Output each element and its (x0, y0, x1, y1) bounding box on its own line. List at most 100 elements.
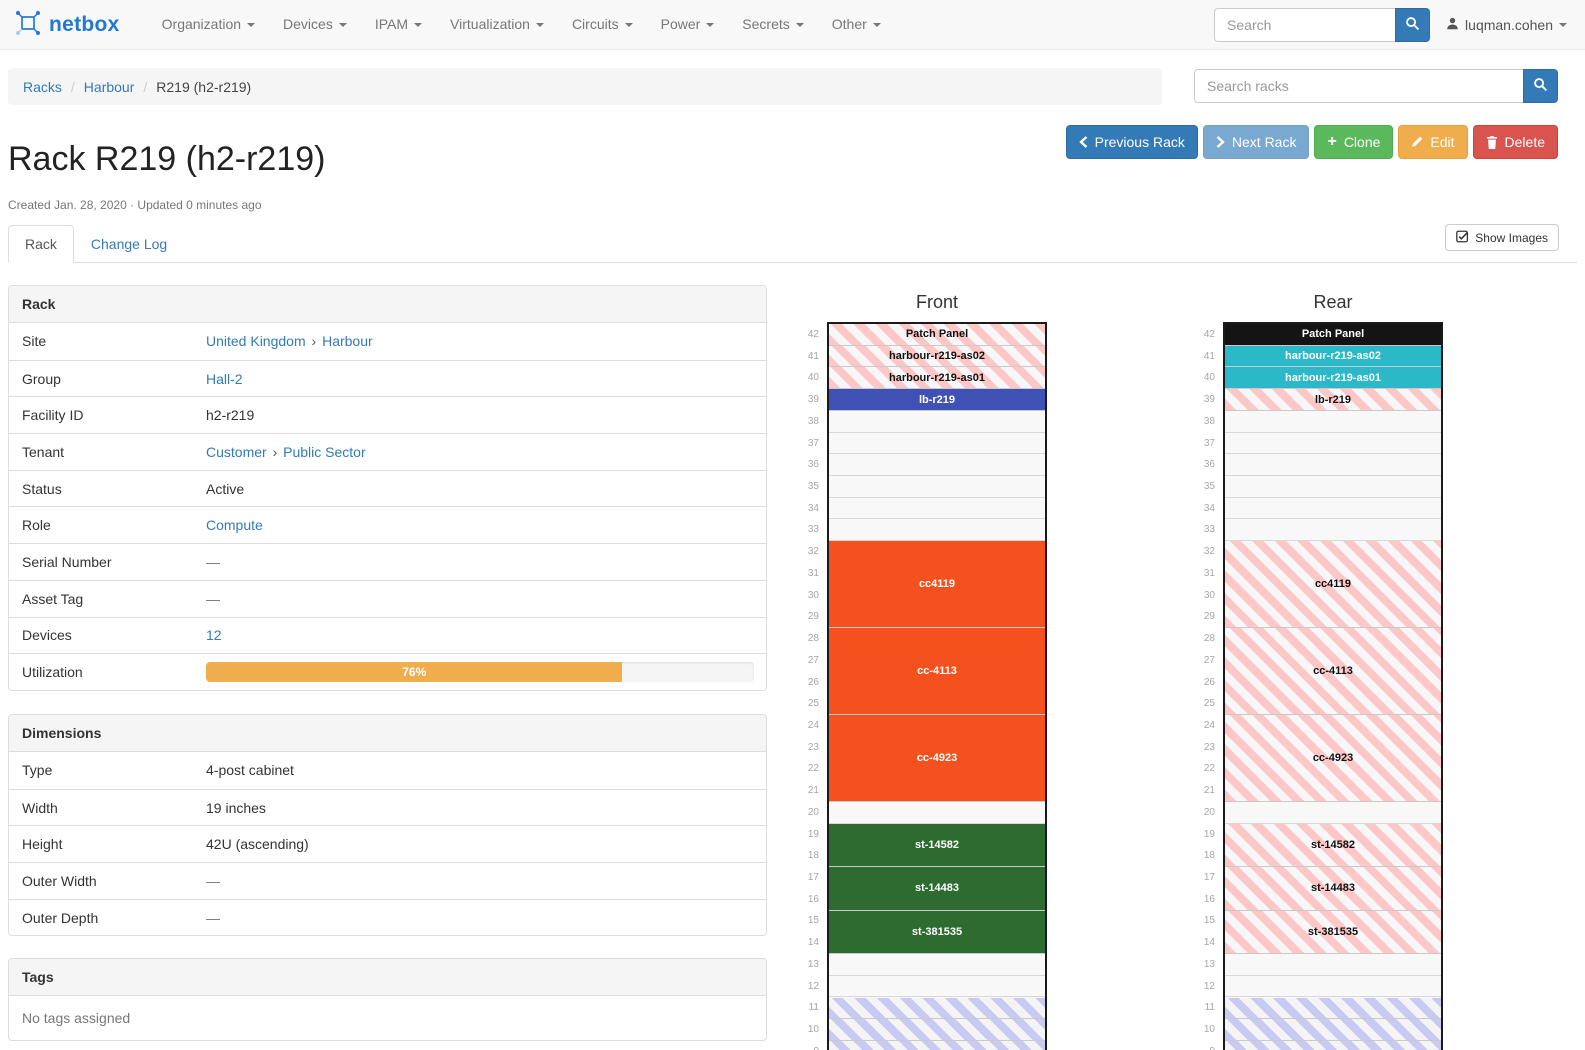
empty-unit[interactable] (829, 519, 1045, 541)
tab-change-log[interactable]: Change Log (74, 225, 184, 263)
rack-device[interactable]: st-381535 (829, 911, 1045, 954)
detail-link[interactable]: Harbour (322, 333, 373, 349)
empty-unit[interactable] (829, 976, 1045, 998)
empty-unit[interactable] (1225, 411, 1441, 433)
empty-unit[interactable] (829, 476, 1045, 498)
nav-item-organization[interactable]: Organization (148, 0, 269, 49)
rack-device[interactable]: Patch Panel (829, 324, 1045, 346)
rack-reservation[interactable] (829, 1019, 1045, 1041)
clone-button[interactable]: + Clone (1314, 125, 1393, 159)
breadcrumb-item[interactable]: Harbour (84, 79, 135, 95)
delete-button[interactable]: Delete (1473, 125, 1558, 159)
utilization-bar-fill: 76% (206, 662, 622, 682)
detail-value: 42U (ascending) (206, 828, 766, 860)
detail-link[interactable]: Public Sector (283, 444, 365, 460)
rack-device[interactable]: st-14582 (829, 824, 1045, 867)
netbox-logo-icon (15, 10, 41, 39)
unit-number: 40 (1191, 367, 1215, 389)
empty-unit[interactable] (1225, 954, 1441, 976)
rack-search-button[interactable] (1523, 69, 1558, 103)
rack-device[interactable]: cc4119 (829, 541, 1045, 628)
rack-device[interactable]: harbour-r219-as02 (829, 346, 1045, 368)
netbox-logo[interactable]: netbox (0, 10, 130, 39)
rack-reservation[interactable] (829, 998, 1045, 1020)
rack-device[interactable]: lb-r219 (1225, 389, 1441, 411)
detail-label: Outer Depth (9, 902, 206, 934)
rack-reservation[interactable] (1225, 1041, 1441, 1050)
detail-label: Facility ID (9, 399, 206, 431)
rack-device[interactable]: harbour-r219-as02 (1225, 346, 1441, 368)
empty-unit[interactable] (829, 802, 1045, 824)
rack-device[interactable]: st-14582 (1225, 824, 1441, 867)
detail-link[interactable]: Hall-2 (206, 371, 243, 387)
rack-device[interactable]: st-381535 (1225, 911, 1441, 954)
rack-device[interactable]: harbour-r219-as01 (829, 367, 1045, 389)
user-menu[interactable]: luqman.cohen (1446, 17, 1567, 33)
empty-unit[interactable] (1225, 433, 1441, 455)
empty-unit[interactable] (1225, 476, 1441, 498)
empty-unit[interactable] (1225, 976, 1441, 998)
chevron-left-icon (1079, 136, 1088, 148)
unit-number: 12 (795, 976, 819, 998)
detail-value: United Kingdom › Harbour (206, 325, 766, 357)
previous-rack-button[interactable]: Previous Rack (1066, 125, 1198, 159)
tab-rack[interactable]: Rack (8, 225, 74, 263)
nav-item-virtualization[interactable]: Virtualization (436, 0, 558, 49)
detail-link[interactable]: Compute (206, 517, 263, 533)
rack-reservation[interactable] (1225, 1019, 1441, 1041)
rack-device[interactable]: cc-4113 (829, 628, 1045, 715)
empty-unit[interactable] (829, 498, 1045, 520)
nav-item-power[interactable]: Power (647, 0, 729, 49)
rack-device[interactable]: cc-4923 (829, 715, 1045, 802)
page-meta: Created Jan. 28, 2020 · Updated 0 minute… (8, 198, 262, 212)
rack-device[interactable]: st-14483 (1225, 867, 1441, 910)
chevron-down-icon (247, 23, 255, 27)
detail-link[interactable]: United Kingdom (206, 333, 306, 349)
empty-unit[interactable] (829, 411, 1045, 433)
detail-value: 76% (206, 654, 766, 690)
unit-number: 25 (795, 693, 819, 715)
rack-device[interactable]: lb-r219 (829, 389, 1045, 411)
nav-item-ipam[interactable]: IPAM (361, 0, 436, 49)
nav-item-circuits[interactable]: Circuits (558, 0, 647, 49)
next-rack-button[interactable]: Next Rack (1203, 125, 1310, 159)
rack-device[interactable]: harbour-r219-as01 (1225, 367, 1441, 389)
global-search (1214, 8, 1430, 42)
rack-device[interactable]: st-14483 (829, 867, 1045, 910)
unit-number: 20 (1191, 802, 1215, 824)
rack-reservation[interactable] (829, 1041, 1045, 1050)
show-images-button[interactable]: Show Images (1445, 224, 1559, 251)
unit-number: 34 (795, 498, 819, 520)
empty-unit[interactable] (1225, 802, 1441, 824)
chevron-down-icon (625, 23, 633, 27)
plus-icon: + (1327, 133, 1336, 151)
edit-button[interactable]: Edit (1398, 125, 1467, 159)
nav-item-secrets[interactable]: Secrets (728, 0, 817, 49)
global-search-button[interactable] (1395, 8, 1430, 42)
global-search-input[interactable] (1214, 8, 1395, 42)
detail-link[interactable]: Customer (206, 444, 267, 460)
empty-unit[interactable] (1225, 519, 1441, 541)
rack-search-input[interactable] (1194, 69, 1523, 103)
detail-row: Facility IDh2-r219 (9, 396, 766, 433)
empty-unit[interactable] (829, 433, 1045, 455)
rack-device[interactable]: cc-4923 (1225, 715, 1441, 802)
breadcrumb-item[interactable]: Racks (23, 79, 62, 95)
rack-device[interactable]: cc-4113 (1225, 628, 1441, 715)
action-buttons: Previous Rack Next Rack + Clone Edit Del… (1066, 125, 1558, 159)
empty-unit[interactable] (1225, 454, 1441, 476)
rack-device[interactable]: Patch Panel (1225, 324, 1441, 346)
unit-number: 16 (1191, 889, 1215, 911)
empty-unit[interactable] (1225, 498, 1441, 520)
detail-row: Devices12 (9, 617, 766, 654)
empty-unit[interactable] (829, 954, 1045, 976)
unit-number: 41 (1191, 346, 1215, 368)
nav-item-other[interactable]: Other (818, 0, 895, 49)
page-title: Rack R219 (h2-r219) (8, 140, 325, 179)
rack-device[interactable]: cc4119 (1225, 541, 1441, 628)
nav-item-devices[interactable]: Devices (269, 0, 361, 49)
rack-reservation[interactable] (1225, 998, 1441, 1020)
empty-unit[interactable] (829, 454, 1045, 476)
tags-panel: Tags No tags assigned (8, 958, 767, 1041)
detail-link[interactable]: 12 (206, 627, 222, 643)
